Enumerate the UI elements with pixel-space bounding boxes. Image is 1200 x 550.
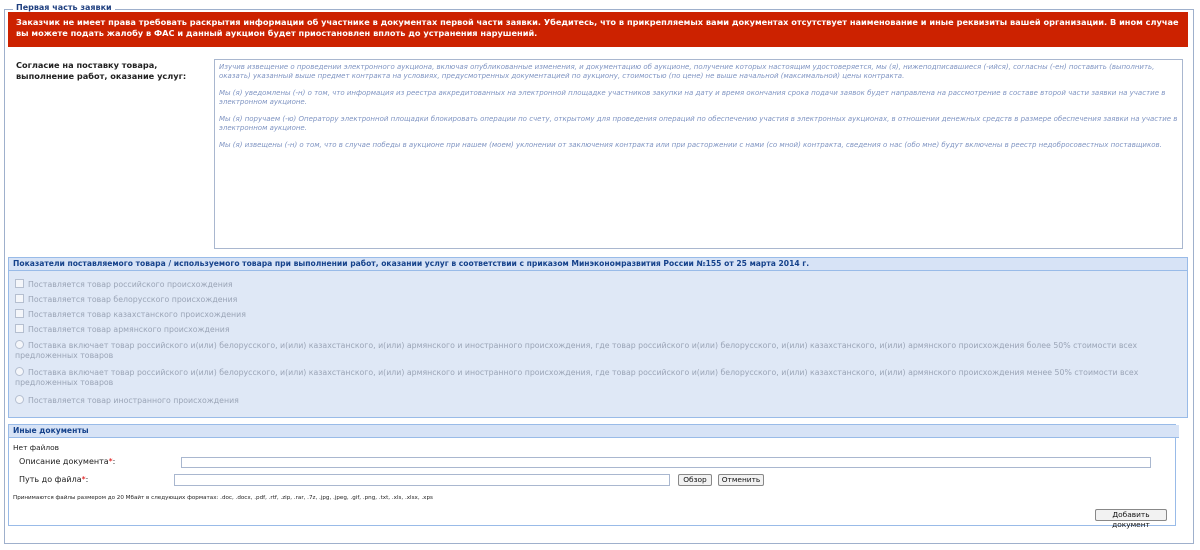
option-foreign[interactable]: Поставляется товар иностранного происхож…	[15, 395, 239, 406]
doc-description-label-text: Описание документа	[19, 457, 109, 466]
file-format-hint: Принимаются файлы размером до 20 Мбайт в…	[13, 495, 433, 501]
option-label: Поставляется товар казахстанского происх…	[28, 310, 246, 319]
option-belarus[interactable]: Поставляется товар белорусского происхож…	[15, 294, 237, 305]
other-documents-panel: Иные документы Нет файлов Описание докум…	[8, 424, 1179, 529]
checkbox[interactable]	[15, 279, 24, 288]
file-path-label-text: Путь до файла	[19, 475, 82, 484]
warning-banner: Заказчик не имеет права требовать раскры…	[8, 12, 1188, 47]
other-documents-header: Иные документы	[9, 425, 1179, 438]
option-label: Поставляется товар российского происхожд…	[28, 280, 233, 289]
add-document-button[interactable]: Добавить документ	[1095, 509, 1167, 529]
agreement-paragraph-1: Изучив извещение о проведении электронно…	[219, 63, 1155, 80]
checkbox[interactable]	[15, 324, 24, 333]
fieldset-legend: Первая часть заявки	[13, 3, 115, 12]
option-russian[interactable]: Поставляется товар российского происхожд…	[15, 279, 233, 290]
agreement-label: Согласие на поставку товара, выполнение …	[16, 60, 187, 81]
checkbox[interactable]	[15, 309, 24, 318]
doc-description-label: Описание документа*:	[19, 457, 116, 466]
option-armenia[interactable]: Поставляется товар армянского происхожде…	[15, 324, 230, 335]
option-label: Поставляется товар белорусского происхож…	[28, 295, 238, 304]
option-label: Поставляется товар иностранного происхож…	[28, 396, 239, 405]
doc-description-input[interactable]	[181, 457, 1151, 468]
radio-button[interactable]	[15, 367, 24, 376]
agreement-paragraph-2: Мы (я) уведомлены (-н) о том, что информ…	[219, 89, 1166, 106]
option-label: Поставка включает товар российского и(ил…	[15, 341, 1138, 360]
cancel-button[interactable]: Отменить	[718, 474, 764, 486]
browse-button[interactable]: Обзор	[678, 474, 712, 486]
option-mixed-more-50[interactable]: Поставка включает товар российского и(ил…	[15, 340, 1175, 361]
radio-button[interactable]	[15, 340, 24, 349]
checkbox[interactable]	[15, 294, 24, 303]
agreement-text-box[interactable]: Изучив извещение о проведении электронно…	[214, 59, 1183, 249]
agreement-paragraph-4: Мы (я) извещены (-н) о том, что в случае…	[219, 141, 1162, 149]
file-path-label: Путь до файла*:	[19, 475, 89, 484]
no-files-text: Нет файлов	[13, 443, 60, 452]
option-mixed-less-50[interactable]: Поставка включает товар российского и(ил…	[15, 367, 1175, 388]
indicators-header: Показатели поставляемого товара / исполь…	[9, 258, 1187, 271]
radio-button[interactable]	[15, 395, 24, 404]
file-path-input[interactable]	[174, 474, 670, 486]
option-label: Поставляется товар армянского происхожде…	[28, 325, 230, 334]
other-documents-body: Нет файлов Описание документа*: Путь до …	[9, 438, 1175, 529]
required-asterisk: *	[81, 475, 86, 484]
required-asterisk: *	[108, 457, 113, 466]
indicators-panel: Показатели поставляемого товара / исполь…	[8, 257, 1188, 418]
agreement-paragraph-3: Мы (я) поручаем (-ю) Оператору электронн…	[219, 115, 1178, 132]
option-kazakhstan[interactable]: Поставляется товар казахстанского происх…	[15, 309, 246, 320]
option-label: Поставка включает товар российского и(ил…	[15, 368, 1139, 387]
